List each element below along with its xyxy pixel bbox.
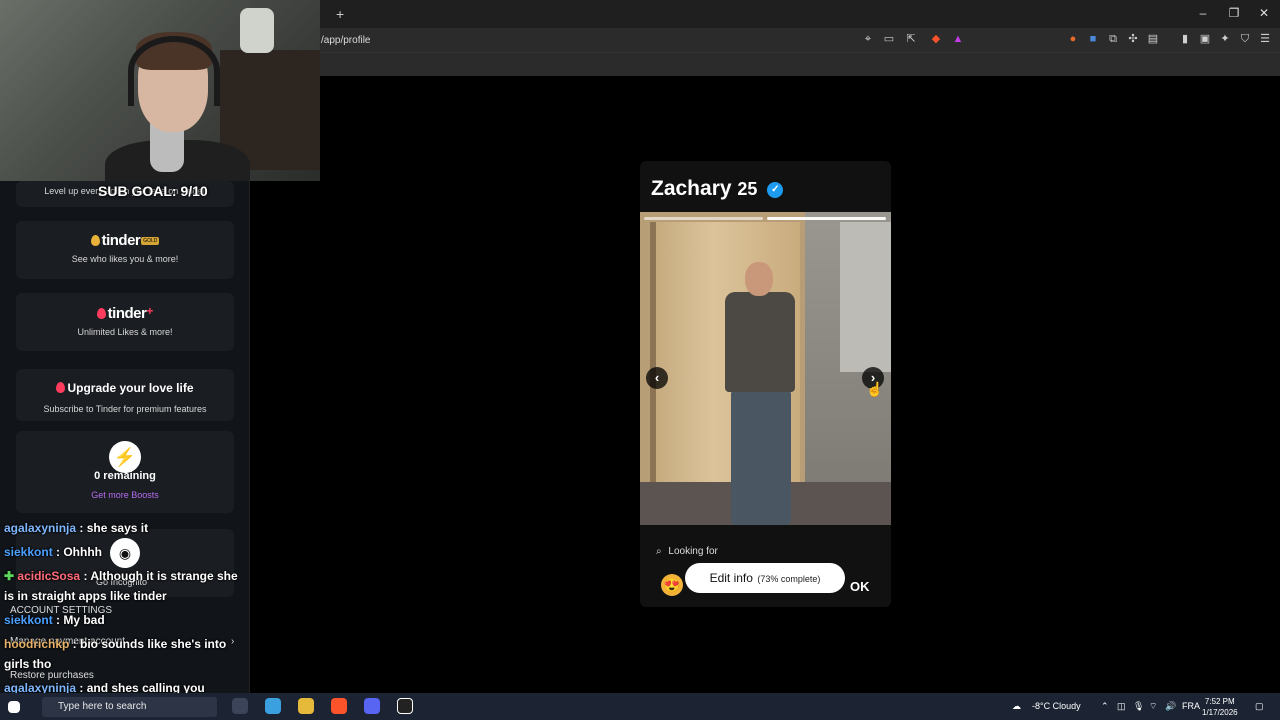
heart-eyes-emoji-icon: 😍	[661, 574, 683, 596]
taskbar-search-placeholder: Type here to search	[58, 701, 147, 712]
obs-icon[interactable]	[397, 698, 413, 714]
flame-icon	[90, 235, 100, 246]
flame-icon	[56, 382, 66, 393]
minimize-icon[interactable]: –	[1195, 6, 1211, 20]
looking-for-label: Looking for	[668, 546, 718, 557]
clock[interactable]: 7:52 PM 1/17/2026	[1202, 696, 1238, 718]
leo-icon[interactable]: ✦	[1219, 33, 1231, 45]
extensions-icon[interactable]: ✣	[1127, 33, 1139, 45]
url-text[interactable]: /app/profile	[321, 35, 370, 46]
chat-message: hoodrichkp : bio sounds like she's into …	[4, 637, 227, 671]
microphone-icon[interactable]: 🎙	[1133, 701, 1144, 712]
previous-photo-button[interactable]: ‹	[646, 367, 668, 389]
extension-1-icon[interactable]: ●	[1067, 33, 1079, 45]
upgrade-card[interactable]: Upgrade your love life Subscribe to Tind…	[16, 369, 234, 421]
volume-icon[interactable]: 🔊	[1165, 701, 1176, 712]
discord-icon[interactable]	[364, 698, 380, 714]
edit-info-button[interactable]: Edit info (73% complete)	[685, 563, 845, 593]
profile-name-row: Zachary 25 ✓	[651, 177, 784, 201]
sub-goal-overlay: SUB GOAL: 9/10	[98, 183, 208, 199]
upgrade-title: Upgrade your love life	[67, 381, 194, 395]
photo-progress-segment-active	[767, 217, 886, 220]
boosts-remaining: 0 remaining	[94, 470, 156, 482]
tray-chevron-icon[interactable]: ⌃	[1101, 701, 1109, 712]
profile-age: 25	[737, 179, 758, 199]
share-icon[interactable]: ⇱	[905, 33, 917, 45]
edit-info-label: Edit info	[709, 571, 753, 585]
notifications-icon[interactable]: ▢	[1255, 701, 1264, 712]
completion-percent: (73% complete)	[757, 574, 821, 584]
language-indicator[interactable]: FRA	[1182, 701, 1200, 711]
plus-subtitle: Unlimited Likes & more!	[77, 327, 173, 337]
ok-button[interactable]: OK	[850, 579, 870, 594]
windows-start-icon[interactable]	[8, 701, 20, 713]
tinder-plus-logo: tinder	[107, 305, 147, 322]
tinder-gold-card[interactable]: tinder GOLD See who likes you & more!	[16, 221, 234, 279]
brave-shield-icon[interactable]: ◆	[930, 33, 942, 45]
cast-icon[interactable]: ▭	[883, 33, 895, 45]
badge-icon: ✚	[4, 569, 15, 583]
taskbar: Type here to search ☁ -8°C Cloudy ⌃ ◫ 🎙 …	[0, 693, 1280, 720]
webcam-overlay	[0, 0, 320, 181]
wifi-icon[interactable]: ⌔	[1149, 701, 1157, 712]
profile-photo[interactable]: ‹ ›	[640, 212, 891, 525]
time: 7:52 PM	[1204, 697, 1235, 706]
sidebar-icon[interactable]: ▮	[1179, 33, 1191, 45]
menu-icon[interactable]: ☰	[1259, 33, 1271, 45]
network-icon[interactable]: ◫	[1117, 701, 1126, 712]
verified-badge-icon: ✓	[767, 182, 784, 198]
tinder-gold-logo: tinder	[101, 232, 141, 249]
gold-subtitle: See who likes you & more!	[71, 254, 179, 264]
bookmark-bar	[320, 52, 1280, 76]
file-explorer-icon[interactable]	[298, 698, 314, 714]
get-more-boosts-link[interactable]: Get more Boosts	[16, 490, 234, 500]
vpn-icon[interactable]: ⛉	[1239, 33, 1251, 45]
copilot-icon[interactable]	[265, 698, 281, 714]
date: 1/17/2026	[1202, 708, 1238, 717]
task-view-icon[interactable]	[232, 698, 248, 714]
wallet-icon[interactable]: ▣	[1199, 33, 1211, 45]
looking-for-row: ⌕ Looking for	[656, 546, 718, 557]
reader-icon[interactable]: ▤	[1147, 33, 1159, 45]
profile-name: Zachary	[651, 177, 732, 200]
flame-icon	[96, 308, 106, 319]
extension-2-icon[interactable]: ■	[1087, 33, 1099, 45]
browser-tab-bar	[320, 0, 1280, 28]
photo-progress-segment	[644, 217, 763, 220]
rewards-icon[interactable]: ▲	[952, 33, 964, 45]
lightning-icon: ⚡	[109, 441, 141, 473]
location-icon[interactable]: ⌖	[862, 33, 874, 45]
new-tab-button[interactable]: +	[336, 6, 344, 22]
close-icon[interactable]: ✕	[1256, 6, 1272, 20]
chat-message: agalaxyninja : she says it	[4, 521, 149, 535]
gold-badge: GOLD	[141, 237, 160, 245]
chat-message: siekkont : My bad	[4, 613, 105, 627]
search-icon: ⌕	[656, 546, 662, 557]
mouse-cursor-icon: ☝	[866, 381, 884, 397]
boosts-card: ⚡ 0 remaining Get more Boosts	[16, 431, 234, 513]
weather-icon: ☁	[1012, 701, 1021, 711]
profile-card: Zachary 25 ✓ ‹ › ⌕ Looking for 😍 Edit in…	[640, 161, 891, 607]
plus-mark: +	[146, 304, 154, 318]
chat-message: siekkont : Ohhhh	[4, 545, 103, 559]
weather-text[interactable]: -8°C Cloudy	[1032, 701, 1081, 711]
taskbar-search[interactable]: Type here to search	[42, 697, 217, 717]
upgrade-subtitle: Subscribe to Tinder for premium features	[43, 404, 207, 414]
brave-browser-icon[interactable]	[331, 698, 347, 714]
chat-message: ✚ acidicSosa : Although it is strange sh…	[4, 569, 238, 603]
restore-icon[interactable]: ❐	[1226, 6, 1242, 20]
tinder-plus-card[interactable]: tinder+ Unlimited Likes & more!	[16, 293, 234, 351]
extension-3-icon[interactable]: ⧉	[1107, 33, 1119, 45]
